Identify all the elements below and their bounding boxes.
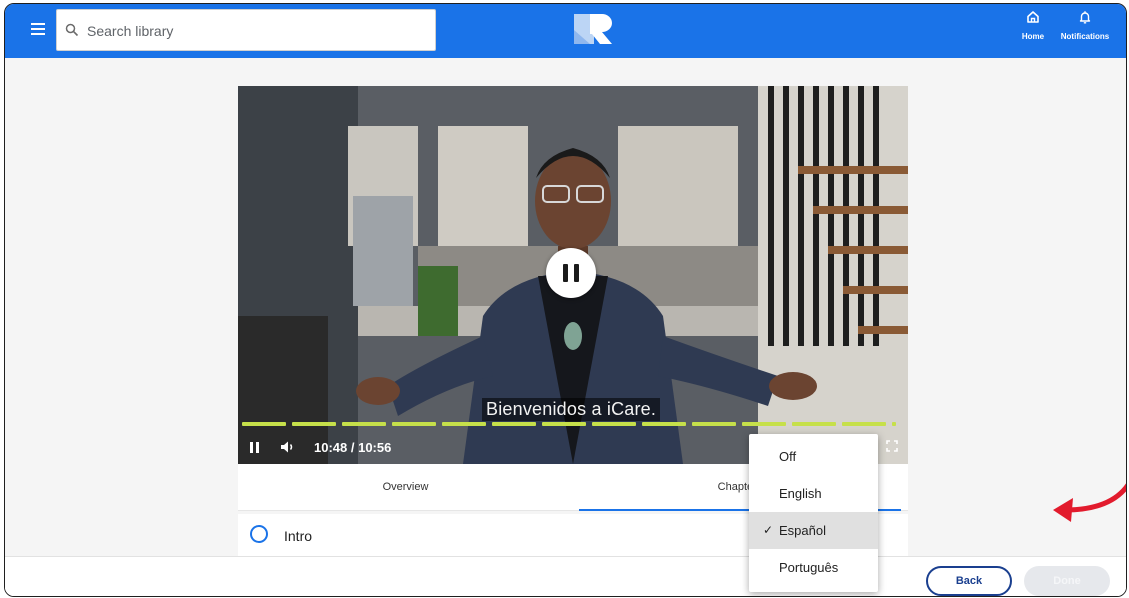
progress-segment — [542, 422, 586, 426]
caption-option-label: Off — [779, 449, 797, 464]
progress-segment — [892, 422, 896, 426]
time-display: 10:48 / 10:56 — [314, 440, 392, 455]
bell-icon — [1079, 11, 1091, 24]
search-icon — [65, 23, 79, 37]
volume-icon[interactable] — [280, 440, 296, 454]
progress-segment — [242, 422, 286, 426]
checkmark-icon: ✓ — [763, 523, 774, 537]
captions-menu: Off English ✓ Español Português — [749, 434, 878, 592]
center-pause-button[interactable] — [546, 248, 596, 298]
progress-segment — [492, 422, 536, 426]
search-input[interactable] — [85, 10, 429, 52]
app-window: Home Notifications — [4, 3, 1127, 597]
progress-segment — [592, 422, 636, 426]
progress-segment — [292, 422, 336, 426]
chapter-status-icon — [250, 525, 268, 543]
chapter-label: Intro — [284, 528, 313, 544]
tab-overview[interactable]: Overview — [238, 464, 573, 510]
back-button[interactable]: Back — [926, 566, 1012, 596]
progress-segment — [392, 422, 436, 426]
progress-segment — [692, 422, 736, 426]
progress-segment — [742, 422, 786, 426]
caption-option-label: Português — [779, 560, 839, 575]
annotation-arrow-icon — [1053, 483, 1126, 522]
caption-option-label: Español — [779, 523, 826, 538]
footer-bar: Back Done — [5, 556, 1126, 596]
home-label: Home — [1021, 32, 1045, 41]
notifications-button[interactable]: Notifications — [1053, 10, 1117, 41]
caption-option-portugues[interactable]: Português — [749, 549, 878, 586]
progress-segment — [642, 422, 686, 426]
search-box[interactable] — [56, 9, 436, 52]
caption-option-off[interactable]: Off — [749, 438, 878, 475]
progress-segment — [792, 422, 836, 426]
progress-segment — [842, 422, 886, 426]
done-button: Done — [1024, 566, 1110, 596]
progress-segment — [342, 422, 386, 426]
progress-bar[interactable] — [242, 422, 904, 426]
caption-option-espanol[interactable]: ✓ Español — [749, 512, 878, 549]
caption-option-label: English — [779, 486, 822, 501]
video-player[interactable]: Bienvenidos a iCare. 10:48 / 10:56 — [238, 86, 908, 464]
hamburger-menu-icon[interactable] — [31, 23, 45, 35]
subtitle-caption: Bienvenidos a iCare. — [482, 398, 661, 421]
home-icon — [1027, 11, 1039, 23]
tab-label: Overview — [382, 481, 429, 493]
home-button[interactable]: Home — [1019, 10, 1047, 41]
fullscreen-icon[interactable] — [886, 440, 898, 452]
progress-segment — [442, 422, 486, 426]
caption-option-english[interactable]: English — [749, 475, 878, 512]
notifications-label: Notifications — [1060, 32, 1110, 41]
top-bar: Home Notifications — [5, 4, 1126, 58]
pause-icon[interactable] — [250, 442, 260, 453]
brand-logo — [574, 14, 612, 44]
main-content: Bienvenidos a iCare. 10:48 / 10:56 Overv… — [5, 58, 1126, 596]
